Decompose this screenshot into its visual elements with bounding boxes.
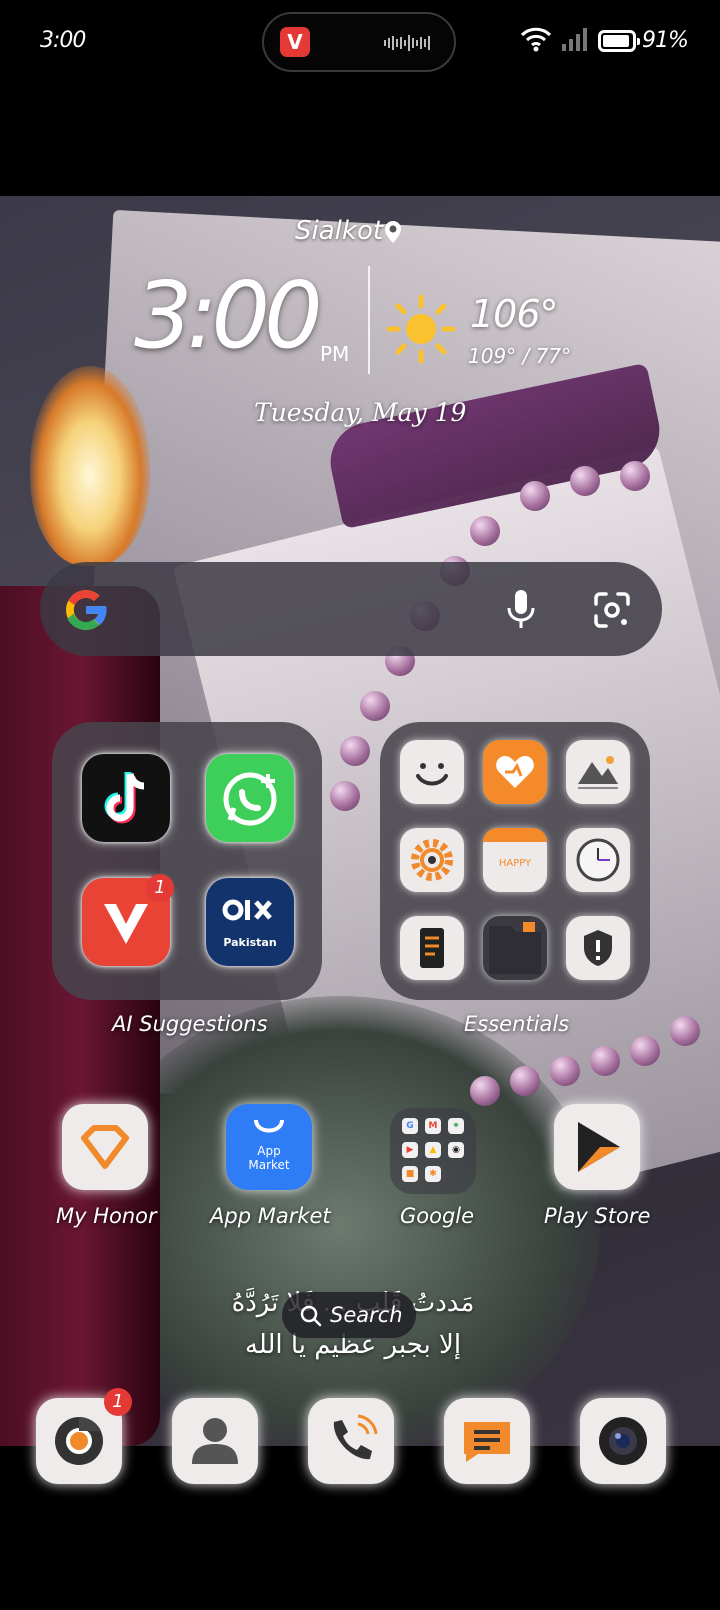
notes-icon bbox=[420, 928, 444, 968]
wallpaper-bead bbox=[360, 691, 390, 721]
google-mini-icon: G bbox=[402, 1118, 418, 1134]
video-downloader-icon: V bbox=[280, 27, 310, 57]
notes-app[interactable] bbox=[400, 916, 464, 980]
wallpaper-bead bbox=[510, 1066, 540, 1096]
wallpaper-bead bbox=[520, 481, 550, 511]
clock-time: 3:00 bbox=[134, 262, 323, 369]
date-label: Tuesday, May 19 bbox=[254, 398, 467, 427]
whatsapp-icon bbox=[223, 772, 277, 826]
wallpaper-bead bbox=[630, 1036, 660, 1066]
calendar-label: HAPPY bbox=[498, 858, 532, 869]
wallpaper-bead bbox=[590, 1046, 620, 1076]
search-icon bbox=[300, 1305, 322, 1327]
music-mini-icon: ◉ bbox=[448, 1142, 464, 1158]
location-pin-icon bbox=[385, 221, 401, 243]
ai-suggestions-folder[interactable]: 1 Pakistan bbox=[52, 722, 322, 1000]
wallpaper-bead bbox=[550, 1056, 580, 1086]
home-search-button[interactable]: Search bbox=[282, 1292, 416, 1338]
smiley-app[interactable] bbox=[400, 740, 464, 804]
calendar-app[interactable]: HAPPY bbox=[483, 828, 547, 892]
security-app[interactable] bbox=[566, 916, 630, 980]
wallpaper-bead bbox=[330, 781, 360, 811]
google-folder[interactable]: G M ⌖ ▶ ▲ ◉ ■ ✱ bbox=[390, 1108, 476, 1194]
audio-wave-icon bbox=[384, 35, 430, 51]
messages-app[interactable] bbox=[444, 1398, 530, 1484]
app-market-label: App Market bbox=[210, 1204, 331, 1228]
camera-icon bbox=[599, 1417, 647, 1465]
gmail-mini-icon: M bbox=[425, 1118, 441, 1134]
drive-mini-icon: ▲ bbox=[425, 1142, 441, 1158]
shield-icon bbox=[584, 930, 612, 966]
clock-app[interactable] bbox=[566, 828, 630, 892]
location-label: Sialkot bbox=[295, 216, 384, 246]
app-market-icon-text: App Market bbox=[248, 1144, 290, 1172]
gallery-app[interactable] bbox=[566, 740, 630, 804]
battery-icon bbox=[598, 30, 640, 52]
phone-app[interactable] bbox=[308, 1398, 394, 1484]
mountain-icon bbox=[578, 756, 618, 789]
gear-icon bbox=[411, 839, 453, 881]
dynamic-island[interactable]: V bbox=[262, 12, 456, 72]
wallpaper-bead bbox=[570, 466, 600, 496]
battery-percentage: 91% bbox=[642, 28, 689, 53]
youtube-mini-icon: ▶ bbox=[402, 1142, 418, 1158]
camera-app[interactable] bbox=[580, 1398, 666, 1484]
widget-divider bbox=[368, 266, 370, 374]
contact-person-icon bbox=[192, 1418, 238, 1464]
diamond-icon bbox=[81, 1125, 129, 1169]
olx-icon bbox=[222, 899, 272, 921]
wallpaper-bead bbox=[340, 736, 370, 766]
clock-icon bbox=[576, 838, 620, 882]
my-honor-label: My Honor bbox=[56, 1204, 157, 1228]
wallpaper-bead bbox=[670, 1016, 700, 1046]
wallpaper-bead bbox=[470, 1076, 500, 1106]
phone-icon bbox=[333, 1414, 378, 1460]
play-store-icon bbox=[578, 1122, 620, 1172]
play-store-app[interactable] bbox=[554, 1104, 640, 1190]
photos-mini-icon: ✱ bbox=[425, 1166, 441, 1182]
google-logo-icon bbox=[66, 590, 108, 630]
current-temperature: 106° bbox=[470, 292, 559, 336]
status-time: 3:00 bbox=[40, 28, 86, 53]
clock-ampm: PM bbox=[320, 342, 350, 366]
sun-icon bbox=[386, 294, 456, 364]
health-app[interactable] bbox=[483, 740, 547, 804]
calendar-header bbox=[483, 828, 547, 842]
whatsapp-business-app[interactable] bbox=[206, 754, 294, 842]
olx-pakistan-label: Pakistan bbox=[223, 936, 277, 949]
google-folder-label: Google bbox=[400, 1204, 475, 1228]
folder-icon bbox=[489, 922, 541, 974]
wallpaper-bead bbox=[470, 516, 500, 546]
temperature-range: 109° / 77° bbox=[468, 344, 572, 368]
files-app[interactable] bbox=[483, 916, 547, 980]
ai-suggestions-label: AI Suggestions bbox=[112, 1012, 268, 1036]
search-label: Search bbox=[330, 1303, 403, 1327]
contacts-app[interactable] bbox=[172, 1398, 258, 1484]
tiktok-app[interactable] bbox=[82, 754, 170, 842]
google-lens-icon[interactable] bbox=[592, 590, 632, 630]
settings-app[interactable] bbox=[400, 828, 464, 892]
message-icon bbox=[464, 1422, 510, 1462]
microphone-icon[interactable] bbox=[505, 588, 537, 630]
google-search-bar[interactable] bbox=[40, 562, 662, 656]
meet-mini-icon: ■ bbox=[402, 1166, 418, 1182]
heart-icon bbox=[496, 756, 534, 788]
play-store-label: Play Store bbox=[544, 1204, 651, 1228]
notification-badge: 1 bbox=[104, 1388, 132, 1416]
essentials-folder[interactable]: HAPPY bbox=[380, 722, 650, 1000]
clock-weather-widget[interactable]: Sialkot 3:00 PM 106° 109° / 77° Tuesday,… bbox=[0, 210, 720, 450]
essentials-label: Essentials bbox=[464, 1012, 570, 1036]
olx-pakistan-app[interactable]: Pakistan bbox=[206, 878, 294, 966]
notification-badge: 1 bbox=[146, 874, 174, 902]
smiley-icon bbox=[416, 763, 448, 786]
tiktok-icon bbox=[104, 772, 145, 824]
signal-icon bbox=[562, 28, 587, 51]
wifi-icon bbox=[520, 27, 552, 52]
status-bar: 3:00 V 91% bbox=[0, 0, 720, 200]
maps-mini-icon: ⌖ bbox=[448, 1118, 464, 1134]
my-honor-app[interactable] bbox=[62, 1104, 148, 1190]
wallpaper-bead bbox=[620, 461, 650, 491]
app-market-app[interactable]: App Market bbox=[226, 1104, 312, 1190]
